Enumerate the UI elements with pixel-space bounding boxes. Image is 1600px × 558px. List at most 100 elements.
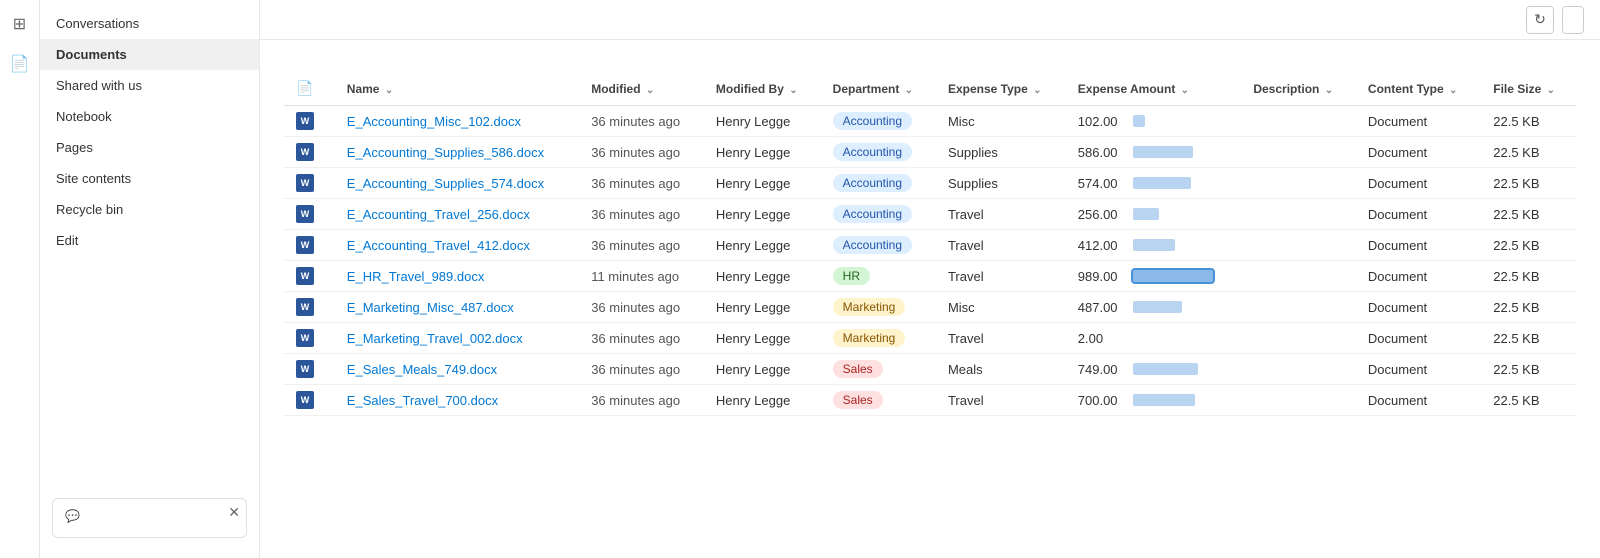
file-name-link[interactable]: E_Accounting_Supplies_586.docx <box>347 145 544 160</box>
word-icon: W <box>296 391 314 409</box>
expense-type-cell: Supplies <box>936 168 1066 199</box>
th-file-type: 📄 <box>284 72 335 106</box>
description-cell <box>1241 168 1356 199</box>
modified-time: 36 minutes ago <box>591 362 680 377</box>
file-name-link[interactable]: E_Sales_Meals_749.docx <box>347 362 497 377</box>
sidebar-item-notebook[interactable]: Notebook <box>40 101 259 132</box>
file-type-icon: 📄 <box>296 80 313 96</box>
file-size-cell: 22.5 KB <box>1481 261 1576 292</box>
th-modified[interactable]: Modified ⌄ <box>579 72 704 106</box>
amount-value: 2.00 <box>1078 331 1133 346</box>
amount-value: 256.00 <box>1078 207 1133 222</box>
file-type-cell: W <box>284 385 335 416</box>
department-cell: Accounting <box>821 230 936 261</box>
modified-cell: 36 minutes ago <box>579 168 704 199</box>
sidebar: ConversationsDocumentsShared with usNote… <box>40 0 260 558</box>
file-name-link[interactable]: E_Marketing_Misc_487.docx <box>347 300 514 315</box>
filters-button[interactable] <box>1562 6 1584 34</box>
department-cell: Marketing <box>821 292 936 323</box>
sort-icon-department: ⌄ <box>905 85 913 96</box>
word-icon: W <box>296 298 314 316</box>
th-contentType[interactable]: Content Type ⌄ <box>1356 72 1481 106</box>
content-type-cell: Document <box>1356 168 1481 199</box>
modified-cell: 11 minutes ago <box>579 261 704 292</box>
department-badge: Accounting <box>833 205 912 223</box>
modified-cell: 36 minutes ago <box>579 106 704 137</box>
sidebar-item-documents[interactable]: Documents <box>40 39 259 70</box>
modified-by-name: Henry Legge <box>716 176 790 191</box>
modified-by-cell: Henry Legge <box>704 354 821 385</box>
amount-bar <box>1133 239 1175 251</box>
table-row: W E_Accounting_Travel_412.docx 36 minutes … <box>284 230 1576 261</box>
file-name-link[interactable]: E_Accounting_Misc_102.docx <box>347 114 521 129</box>
department-badge: Marketing <box>833 298 906 316</box>
content-type-cell: Document <box>1356 292 1481 323</box>
file-size-cell: 22.5 KB <box>1481 354 1576 385</box>
table-row: WE_Sales_Meals_749.docx36 minutes agoHen… <box>284 354 1576 385</box>
expense-amount-cell: 2.00 <box>1066 323 1242 354</box>
file-name-link[interactable]: E_Sales_Travel_700.docx <box>347 393 498 408</box>
modified-time: 36 minutes ago <box>591 145 680 160</box>
th-expenseAmount[interactable]: Expense Amount ⌄ <box>1066 72 1242 106</box>
sidebar-item-edit[interactable]: Edit <box>40 225 259 256</box>
modified-time: 36 minutes ago <box>591 331 680 346</box>
amount-bar <box>1133 301 1182 313</box>
th-description[interactable]: Description ⌄ <box>1241 72 1356 106</box>
modified-cell: 36 minutes ago <box>579 230 704 261</box>
department-badge: Accounting <box>833 112 912 130</box>
file-name-link[interactable]: E_Accounting_Travel_256.docx <box>347 207 530 222</box>
amount-value: 700.00 <box>1078 393 1133 408</box>
description-cell <box>1241 137 1356 168</box>
sidebar-item-site-contents[interactable]: Site contents <box>40 163 259 194</box>
expense-amount-cell: 102.00 <box>1066 106 1242 137</box>
th-name[interactable]: Name ⌄ <box>335 72 579 106</box>
amount-value: 102.00 <box>1078 114 1133 129</box>
grid-icon[interactable]: ⊞ <box>4 8 36 40</box>
amount-bar <box>1133 363 1198 375</box>
department-badge: Sales <box>833 360 883 378</box>
description-cell <box>1241 199 1356 230</box>
expense-type-cell: Supplies <box>936 137 1066 168</box>
th-modifiedBy[interactable]: Modified By ⌄ <box>704 72 821 106</box>
file-type-cell: W <box>284 230 335 261</box>
department-cell: Sales <box>821 354 936 385</box>
file-name-link[interactable]: E_Accounting_Travel_412.docx <box>347 238 530 253</box>
expense-amount-cell: 749.00 <box>1066 354 1242 385</box>
table-row: WE_Accounting_Supplies_586.docx36 minute… <box>284 137 1576 168</box>
file-type-cell: W <box>284 199 335 230</box>
modified-by-cell: Henry Legge <box>704 323 821 354</box>
toast-title: 💬 <box>65 509 234 523</box>
file-type-cell: W <box>284 106 335 137</box>
file-name-link[interactable]: E_HR_Travel_989.docx <box>347 269 485 284</box>
file-name-link[interactable]: E_Accounting_Supplies_574.docx <box>347 176 544 191</box>
file-name-cell: E_Sales_Meals_749.docx <box>335 354 579 385</box>
expense-amount-cell: 574.00 <box>1066 168 1242 199</box>
th-department[interactable]: Department ⌄ <box>821 72 936 106</box>
description-cell <box>1241 106 1356 137</box>
sidebar-item-recycle-bin[interactable]: Recycle bin <box>40 194 259 225</box>
amount-bar <box>1133 146 1193 158</box>
table-row: WE_Accounting_Travel_256.docx36 minutes … <box>284 199 1576 230</box>
department-cell: Accounting <box>821 106 936 137</box>
expense-type-cell: Travel <box>936 385 1066 416</box>
modified-by-cell: Henry Legge <box>704 261 821 292</box>
modified-time: 36 minutes ago <box>591 114 680 129</box>
word-icon: W <box>296 329 314 347</box>
modified-cell: 36 minutes ago <box>579 292 704 323</box>
amount-bar <box>1133 177 1191 189</box>
document-icon[interactable]: 📄 <box>4 48 36 80</box>
chat-icon: 💬 <box>65 509 80 523</box>
th-fileSize[interactable]: File Size ⌄ <box>1481 72 1576 106</box>
file-size-cell: 22.5 KB <box>1481 323 1576 354</box>
table-body: W E_Accounting_Misc_102.docx 36 minutes ag… <box>284 106 1576 416</box>
close-icon[interactable]: ✕ <box>228 505 240 519</box>
expense-type-cell: Meals <box>936 354 1066 385</box>
sidebar-item-shared[interactable]: Shared with us <box>40 70 259 101</box>
refresh-button[interactable]: ↻ <box>1526 6 1554 34</box>
file-name-link[interactable]: E_Marketing_Travel_002.docx <box>347 331 523 346</box>
sidebar-item-pages[interactable]: Pages <box>40 132 259 163</box>
th-expenseType[interactable]: Expense Type ⌄ <box>936 72 1066 106</box>
content-type-cell: Document <box>1356 354 1481 385</box>
sidebar-item-conversations[interactable]: Conversations <box>40 8 259 39</box>
file-size-cell: 22.5 KB <box>1481 199 1576 230</box>
